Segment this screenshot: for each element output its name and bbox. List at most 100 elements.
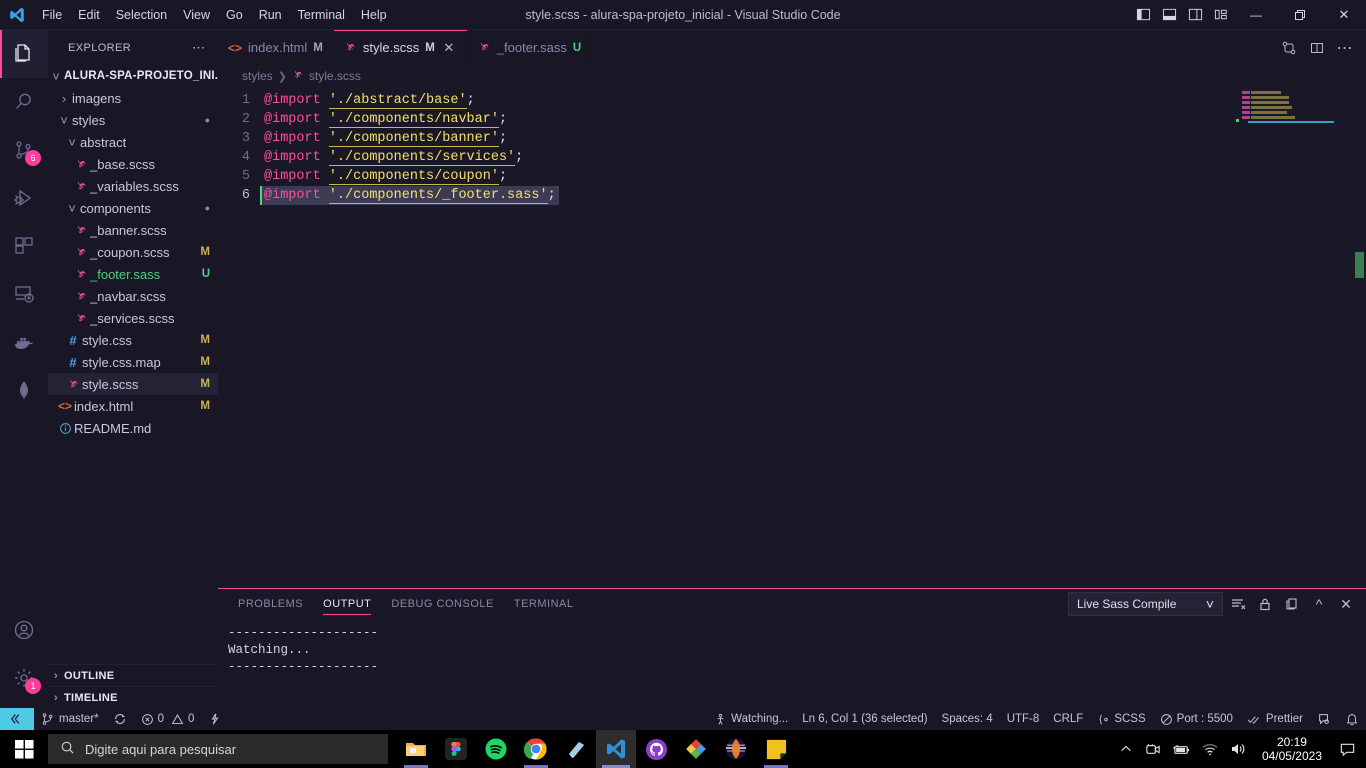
- status-feedback[interactable]: [1310, 708, 1338, 730]
- editor-tab-index-html[interactable]: <> index.html M: [218, 30, 334, 65]
- tree-folder-abstract[interactable]: ˅ abstract: [48, 131, 218, 153]
- breadcrumb-file[interactable]: style.scss: [309, 69, 361, 83]
- import-path-string[interactable]: './components/coupon': [328, 169, 499, 185]
- tree-file--banner-scss[interactable]: _banner.scss: [48, 219, 218, 241]
- status-sync-changes[interactable]: [106, 708, 134, 730]
- ellipsis-icon[interactable]: ⋯: [186, 40, 212, 56]
- minimap[interactable]: [1236, 91, 1352, 588]
- import-path-string[interactable]: './components/banner': [328, 131, 499, 147]
- code-line[interactable]: @import './abstract/base';: [260, 91, 1366, 110]
- panel-tab-problems[interactable]: PROBLEMS: [228, 589, 313, 619]
- status-live-share[interactable]: [201, 708, 229, 730]
- tree-file--services-scss[interactable]: _services.scss: [48, 307, 218, 329]
- sidebar-section-outline[interactable]: › OUTLINE: [48, 664, 218, 686]
- customize-layout-icon[interactable]: [1208, 0, 1234, 30]
- menu-terminal[interactable]: Terminal: [290, 4, 353, 26]
- menu-edit[interactable]: Edit: [70, 4, 108, 26]
- output-channel-select[interactable]: Live Sass Compile ˅: [1068, 592, 1223, 616]
- activitybar-item-explorer[interactable]: [0, 30, 48, 78]
- open-changes-icon[interactable]: [1276, 34, 1302, 62]
- status-editor-position[interactable]: Ln 6, Col 1 (36 selected): [795, 708, 934, 730]
- panel-tab-output[interactable]: OUTPUT: [313, 589, 381, 619]
- split-editor-icon[interactable]: [1304, 34, 1330, 62]
- taskbar-sticky-notes-app[interactable]: [556, 730, 596, 768]
- sidebar-section-timeline[interactable]: › TIMELINE: [48, 686, 218, 708]
- status-live-server-port[interactable]: Port : 5500: [1153, 708, 1240, 730]
- tree-file-style-css[interactable]: # style.css M: [48, 329, 218, 351]
- camera-icon[interactable]: [1140, 730, 1168, 768]
- minimize-button[interactable]: —: [1234, 0, 1278, 30]
- menu-go[interactable]: Go: [218, 4, 251, 26]
- status-eol[interactable]: CRLF: [1046, 708, 1090, 730]
- taskbar-brave-browser[interactable]: [716, 730, 756, 768]
- maximize-button[interactable]: [1278, 0, 1322, 30]
- import-path-string[interactable]: './components/services': [328, 150, 516, 166]
- show-hidden-icons-chevron-up-icon[interactable]: [1112, 730, 1140, 768]
- editor-tab--footer-sass[interactable]: _footer.sass U: [467, 30, 593, 65]
- import-path-string[interactable]: './abstract/base': [328, 93, 467, 109]
- menu-view[interactable]: View: [175, 4, 218, 26]
- code-line[interactable]: @import './components/_footer.sass';: [260, 186, 1366, 205]
- taskbar-search-input[interactable]: Digite aqui para pesquisar: [48, 734, 388, 764]
- editor-tab-style-scss[interactable]: style.scss M ✕: [333, 30, 468, 65]
- more-actions-icon[interactable]: ⋯: [1332, 34, 1358, 62]
- status-remote-indicator[interactable]: [0, 708, 34, 730]
- code-line[interactable]: @import './components/coupon';: [260, 167, 1366, 186]
- tree-file-index-html[interactable]: <> index.html M: [48, 395, 218, 417]
- windows-start-icon[interactable]: [0, 730, 48, 768]
- taskbar-clock[interactable]: 20:19 04/05/2023: [1252, 735, 1332, 763]
- activitybar-item-accounts[interactable]: [0, 606, 48, 654]
- status-prettier[interactable]: Prettier: [1240, 708, 1310, 730]
- status-git-branch[interactable]: master*: [34, 708, 106, 730]
- status-notifications[interactable]: [1338, 708, 1366, 730]
- import-path-string[interactable]: './components/_footer.sass': [328, 188, 548, 204]
- tree-root-folder[interactable]: ˅ ALURA-SPA-PROJETO_INI...: [48, 65, 218, 87]
- tree-folder-components[interactable]: ˅ components ●: [48, 197, 218, 219]
- status-sass-watching[interactable]: Watching...: [707, 708, 795, 730]
- breadcrumb-folder[interactable]: styles: [242, 69, 273, 83]
- activitybar-item-settings[interactable]: 1: [0, 654, 48, 702]
- battery-icon[interactable]: [1168, 730, 1196, 768]
- status-encoding[interactable]: UTF-8: [1000, 708, 1047, 730]
- close-panel-icon[interactable]: ✕: [1334, 592, 1358, 616]
- tree-file--variables-scss[interactable]: _variables.scss: [48, 175, 218, 197]
- maximize-panel-icon[interactable]: ^: [1307, 592, 1331, 616]
- tree-file-style-scss[interactable]: style.scss M: [48, 373, 218, 395]
- tree-file--navbar-scss[interactable]: _navbar.scss: [48, 285, 218, 307]
- menu-selection[interactable]: Selection: [108, 4, 175, 26]
- taskbar-file-explorer[interactable]: [396, 730, 436, 768]
- code-line[interactable]: @import './components/navbar';: [260, 110, 1366, 129]
- panel-tab-debug-console[interactable]: DEBUG CONSOLE: [381, 589, 503, 619]
- panel-tab-terminal[interactable]: TERMINAL: [504, 589, 584, 619]
- taskbar-github-desktop[interactable]: [636, 730, 676, 768]
- code-content[interactable]: @import './abstract/base'; @import './com…: [260, 87, 1366, 588]
- tree-file--base-scss[interactable]: _base.scss: [48, 153, 218, 175]
- activitybar-item-remote-explorer[interactable]: [0, 270, 48, 318]
- code-line[interactable]: @import './components/services';: [260, 148, 1366, 167]
- clear-output-icon[interactable]: [1226, 592, 1250, 616]
- activitybar-item-mongodb[interactable]: [0, 366, 48, 414]
- wifi-icon[interactable]: [1196, 730, 1224, 768]
- menu-run[interactable]: Run: [251, 4, 290, 26]
- activitybar-item-docker[interactable]: [0, 318, 48, 366]
- code-editor[interactable]: 123456 @import './abstract/base'; @import…: [218, 87, 1366, 588]
- toggle-panel-icon[interactable]: [1156, 0, 1182, 30]
- tree-file--coupon-scss[interactable]: _coupon.scss M: [48, 241, 218, 263]
- tree-folder-imagens[interactable]: › imagens: [48, 87, 218, 109]
- activitybar-item-source-control[interactable]: 6: [0, 126, 48, 174]
- menu-help[interactable]: Help: [353, 4, 395, 26]
- import-path-string[interactable]: './components/navbar': [328, 112, 499, 128]
- taskbar-figma[interactable]: [436, 730, 476, 768]
- lock-scroll-icon[interactable]: [1253, 592, 1277, 616]
- taskbar-spotify[interactable]: [476, 730, 516, 768]
- taskbar-visual-studio-code[interactable]: [596, 730, 636, 768]
- close-button[interactable]: ✕: [1322, 0, 1366, 30]
- status-indentation[interactable]: Spaces: 4: [935, 708, 1000, 730]
- status-problems[interactable]: 0 0: [134, 708, 202, 730]
- tree-file--footer-sass[interactable]: _footer.sass U: [48, 263, 218, 285]
- taskbar-google-chrome[interactable]: [516, 730, 556, 768]
- notification-icon[interactable]: [1332, 730, 1362, 768]
- taskbar-paint-net[interactable]: [676, 730, 716, 768]
- activitybar-item-run-debug[interactable]: [0, 174, 48, 222]
- menu-file[interactable]: File: [34, 4, 70, 26]
